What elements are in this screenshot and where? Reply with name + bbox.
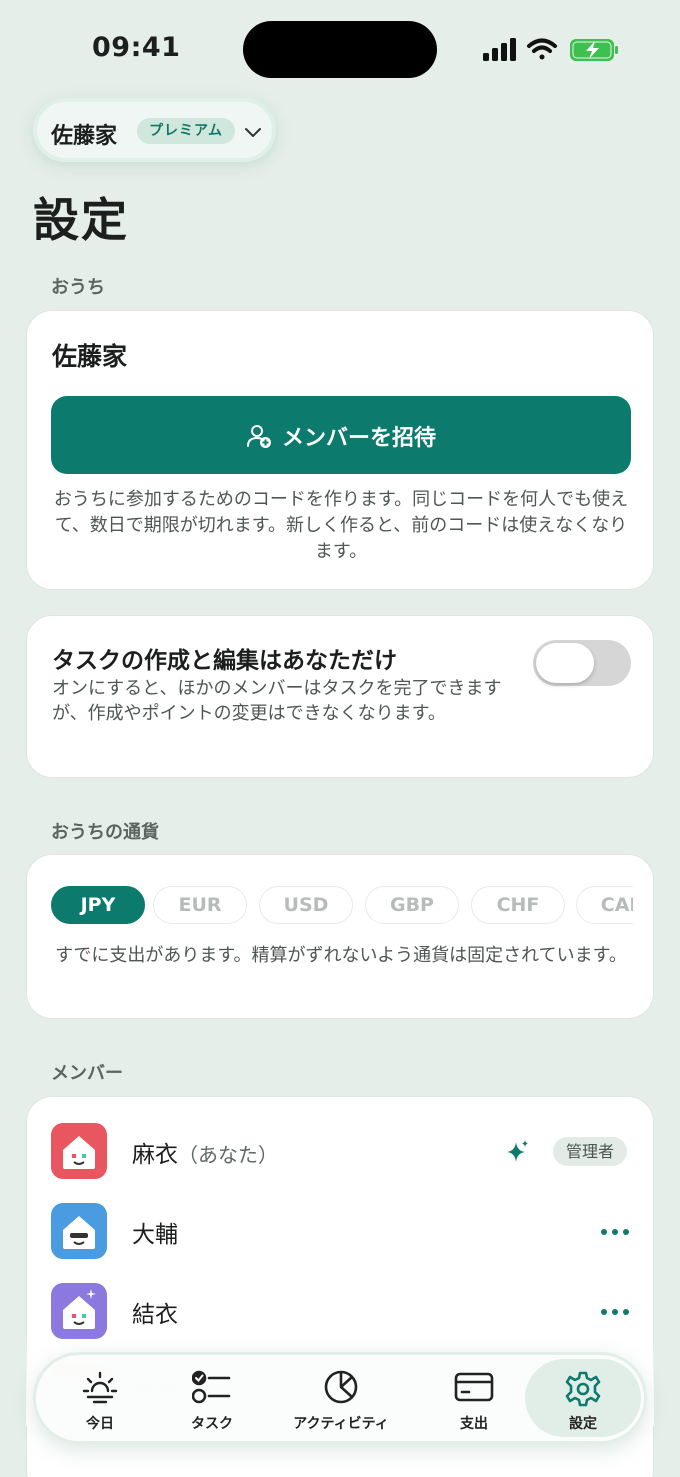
avatar <box>51 1203 107 1259</box>
premium-badge: プレミアム <box>137 118 236 144</box>
member-row[interactable]: 麻衣（あなた） 管理者 <box>27 1121 655 1181</box>
task-lock-card: タスクの作成と編集はあなただけ オンにすると、ほかのメンバーはタスクを完了できま… <box>26 615 654 778</box>
member-row[interactable]: 大輔 <box>27 1201 655 1261</box>
cellular-signal-icon <box>483 38 516 61</box>
currency-card: JPY EUR USD GBP CHF CAD すでに支出があります。精算がずれ… <box>26 854 654 1019</box>
avatar <box>51 1123 107 1179</box>
more-options-icon[interactable] <box>601 1309 629 1315</box>
tab-settings-label: 設定 <box>569 1416 597 1432</box>
tab-today[interactable]: 今日 <box>50 1355 150 1441</box>
home-card: 佐藤家 メンバーを招待 おうちに参加するためのコードを作ります。同じコードを何人… <box>26 310 654 590</box>
section-label-members: メンバー <box>51 1063 123 1084</box>
task-lock-toggle[interactable] <box>533 640 631 686</box>
tab-activity[interactable]: アクティビティ <box>276 1355 406 1441</box>
tab-expenses-label: 支出 <box>460 1416 488 1432</box>
house-face-icon <box>63 1136 95 1169</box>
invite-button-label: メンバーを招待 <box>281 426 436 451</box>
tab-settings[interactable]: 設定 <box>525 1359 641 1437</box>
currency-chip-chf[interactable]: CHF <box>471 886 565 924</box>
tab-tasks-label: タスク <box>191 1416 233 1432</box>
household-switcher[interactable]: 佐藤家 プレミアム <box>33 98 276 162</box>
chevron-down-icon <box>245 128 261 137</box>
credit-card-icon <box>454 1372 494 1402</box>
currency-chip-usd[interactable]: USD <box>259 886 353 924</box>
section-label-home: おうち <box>51 277 105 298</box>
member-row[interactable]: 結衣 <box>27 1281 655 1341</box>
sparkle-icon <box>507 1140 528 1162</box>
toggle-knob <box>536 643 594 683</box>
battery-charging-icon <box>570 39 618 61</box>
currency-chip-jpy[interactable]: JPY <box>51 886 145 924</box>
house-face-icon <box>63 1216 95 1249</box>
member-name: 結衣 <box>132 1302 178 1328</box>
avatar <box>51 1283 107 1339</box>
sun-icon <box>82 1371 118 1404</box>
tab-bar: 今日 タスク アクティビティ 支出 設定 <box>33 1352 647 1444</box>
household-name: 佐藤家 <box>51 124 118 149</box>
gear-icon <box>565 1371 601 1407</box>
section-label-currency: おうちの通貨 <box>51 822 159 843</box>
page-title: 設定 <box>33 193 129 247</box>
currency-chip-cad[interactable]: CAD <box>576 886 633 924</box>
tab-tasks[interactable]: タスク <box>162 1355 262 1441</box>
pie-chart-icon <box>324 1370 358 1404</box>
admin-badge: 管理者 <box>553 1137 628 1166</box>
home-name: 佐藤家 <box>52 342 128 371</box>
invite-help-text: おうちに参加するためのコードを作ります。同じコードを何人でも使えて、数日で期限が… <box>53 489 629 562</box>
house-face-icon <box>63 1289 96 1329</box>
task-lock-description: オンにすると、ほかのメンバーはタスクを完了できますが、作成やポイントの変更はでき… <box>52 678 502 724</box>
user-plus-icon <box>246 425 271 448</box>
tab-activity-label: アクティビティ <box>293 1416 389 1432</box>
dynamic-island <box>243 21 437 78</box>
tab-expenses[interactable]: 支出 <box>424 1355 524 1441</box>
invite-member-button[interactable]: メンバーを招待 <box>51 396 631 474</box>
currency-chip-gbp[interactable]: GBP <box>365 886 459 924</box>
currency-locked-note: すでに支出があります。精算がずれないよう通貨は固定されています。 <box>55 945 627 966</box>
checklist-icon <box>192 1370 231 1404</box>
status-icons <box>481 35 621 65</box>
task-lock-title: タスクの作成と編集はあなただけ <box>52 648 397 674</box>
you-label: （あなた） <box>178 1143 278 1167</box>
currency-options: JPY EUR USD GBP CHF CAD <box>51 886 633 924</box>
member-name: 大輔 <box>132 1222 178 1248</box>
tab-today-label: 今日 <box>86 1416 114 1432</box>
wifi-icon <box>527 38 557 60</box>
status-bar: 09:41 <box>0 0 680 100</box>
more-options-icon[interactable] <box>601 1229 629 1235</box>
status-time: 09:41 <box>92 32 181 63</box>
currency-chip-eur[interactable]: EUR <box>153 886 247 924</box>
member-name: 麻衣（あなた） <box>132 1142 278 1168</box>
